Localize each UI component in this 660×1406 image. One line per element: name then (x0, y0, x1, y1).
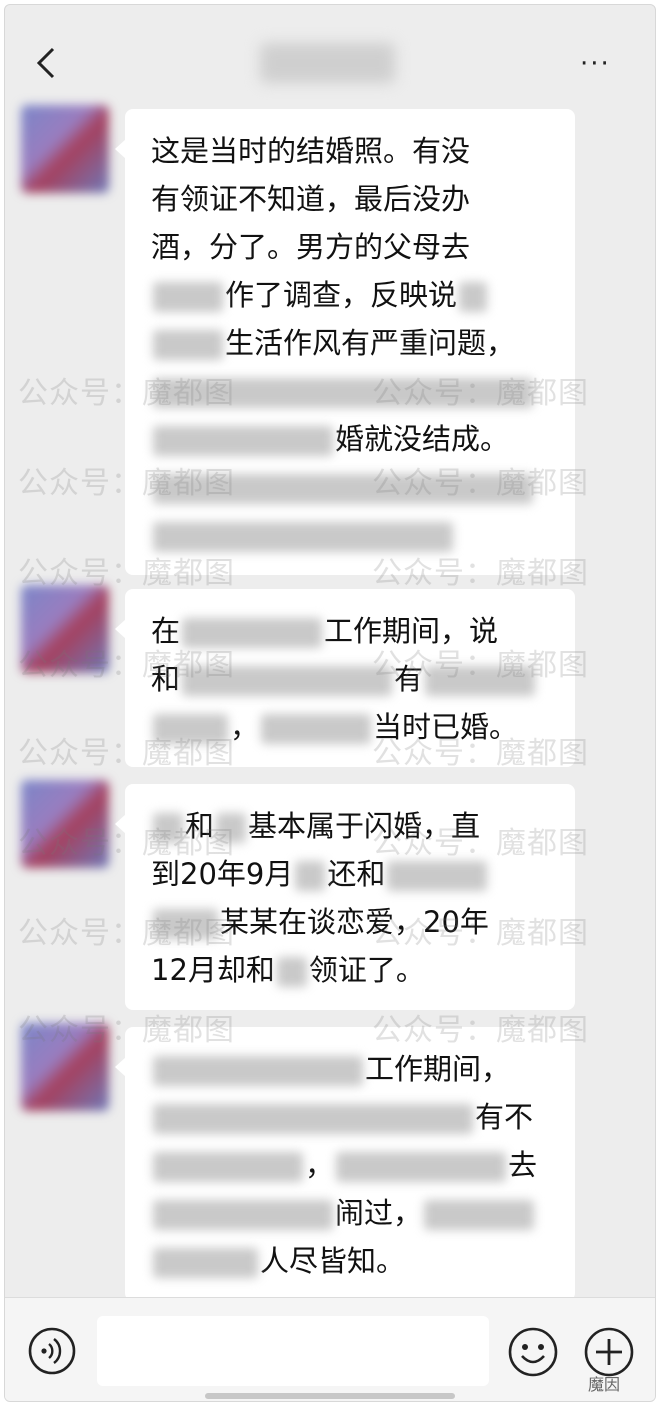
message-text: 在 (151, 614, 181, 648)
message-line: 作了调查，反映说 (151, 271, 555, 319)
redacted-text (153, 282, 223, 312)
message-line: 婚就没结成。 (151, 415, 555, 463)
redacted-text (387, 861, 488, 891)
message-text: 领证了。 (308, 953, 425, 987)
sender-avatar[interactable] (21, 780, 109, 868)
sender-avatar[interactable] (21, 105, 109, 193)
redacted-text (153, 813, 183, 843)
redacted-text (425, 666, 536, 696)
redacted-text (182, 618, 323, 648)
message-text: 和 (151, 662, 181, 696)
message-text: 有领证不知道，最后没办 (151, 182, 471, 216)
home-indicator (205, 1393, 455, 1399)
emoji-icon[interactable] (507, 1326, 559, 1378)
message-line (151, 511, 555, 559)
source-logo: 魔因 (588, 1375, 621, 1394)
message-text: 闹过， (335, 1196, 423, 1230)
message-text: ， (305, 1148, 335, 1182)
message-text: 生活作风有严重问题， (225, 326, 516, 360)
redacted-text (153, 426, 333, 456)
back-arrow-icon[interactable] (29, 45, 65, 81)
redacted-text (459, 282, 488, 312)
message-bubble[interactable]: 和基本属于闪婚，直 到20年9月 还和 某某在谈恋爱，20年 12月却和 领证了。 (115, 784, 575, 1010)
message-text: 基本属于闪婚，直 (248, 809, 481, 843)
input-bar (5, 1297, 655, 1401)
message-line: 在 工作期间，说 (151, 607, 555, 655)
message-line: 某某在谈恋爱，20年 (151, 898, 555, 946)
more-options-icon[interactable]: ··· (580, 49, 624, 79)
message-bubble[interactable]: 这是当时的结婚照。有没 有领证不知道，最后没办 酒，分了。男方的父母去作了调查，反映… (115, 109, 575, 575)
message-text: 某某在谈恋爱，20年 (220, 905, 489, 939)
redacted-text (153, 474, 533, 504)
message-line: ，去 (151, 1141, 555, 1189)
message-text: 工作期间， (365, 1052, 511, 1086)
message-text: 工作期间，说 (324, 614, 499, 648)
message-line: 12月却和 领证了。 (151, 946, 555, 994)
message-line: 酒，分了。男方的父母去 (151, 223, 555, 271)
redacted-text (424, 1200, 535, 1230)
message-text: 12月却和 (151, 953, 275, 987)
redacted-text (216, 813, 247, 843)
message-text: 这是当时的结婚照。有没 (151, 134, 471, 168)
message-text: 到20年9月 (151, 857, 294, 891)
voice-input-icon[interactable] (27, 1326, 77, 1376)
redacted-text (336, 1152, 507, 1182)
message-line: 闹过， (151, 1189, 555, 1237)
message-text: 当时已婚。 (373, 710, 519, 744)
sender-avatar[interactable] (21, 585, 109, 673)
redacted-text (153, 330, 223, 360)
top-bar: ··· (5, 5, 655, 105)
message-line: 到20年9月 还和 (151, 850, 555, 898)
redacted-text (153, 909, 218, 939)
message-line: 有领证不知道，最后没办 (151, 175, 555, 223)
message-line (151, 463, 555, 511)
message-text: 婚就没结成。 (335, 422, 510, 456)
redacted-text (153, 1152, 303, 1182)
message-line: 工作期间， (151, 1045, 555, 1093)
message-bubble[interactable]: 在工作期间，说和有，当时已婚。 (115, 589, 575, 767)
message-text: 有不 (475, 1100, 534, 1134)
message-line: 人尽皆知。 (151, 1237, 555, 1285)
sender-avatar[interactable] (21, 1023, 109, 1111)
message-input[interactable] (97, 1316, 489, 1386)
message-text: 有 (394, 662, 424, 696)
redacted-text (295, 861, 326, 891)
message-text: 作了调查，反映说 (225, 278, 458, 312)
redacted-text (153, 1200, 333, 1230)
redacted-text (153, 522, 453, 552)
redacted-text (153, 1248, 258, 1278)
message-line (151, 367, 555, 415)
message-text: 去 (508, 1148, 538, 1182)
redacted-text (276, 957, 307, 987)
redacted-text (153, 378, 533, 408)
redacted-text (182, 666, 393, 696)
redacted-text (153, 1104, 473, 1134)
message-text: 和 (185, 809, 215, 843)
redacted-text (153, 1056, 363, 1086)
chat-title-blurred (260, 43, 395, 83)
message-text: 人尽皆知。 (260, 1244, 406, 1278)
message-line: 有不 (151, 1093, 555, 1141)
redacted-text (261, 714, 372, 744)
message-text: 还和 (327, 857, 386, 891)
message-line: 和有 (151, 655, 555, 703)
message-line: 和基本属于闪婚，直 (151, 802, 555, 850)
message-line: ， 当时已婚。 (151, 703, 555, 751)
message-text: 酒，分了。男方的父母去 (151, 230, 471, 264)
chat-screen: ··· 这是当时的结婚照。有没 有领证不知道，最后没办 酒，分了。男方的父母去作了调… (4, 4, 656, 1402)
message-line: 这是当时的结婚照。有没 (151, 127, 555, 175)
message-line: 生活作风有严重问题， (151, 319, 555, 367)
message-bubble[interactable]: 工作期间， 有不，去闹过， 人尽皆知。 (115, 1027, 575, 1301)
message-text: ， (230, 710, 260, 744)
redacted-text (153, 714, 228, 744)
